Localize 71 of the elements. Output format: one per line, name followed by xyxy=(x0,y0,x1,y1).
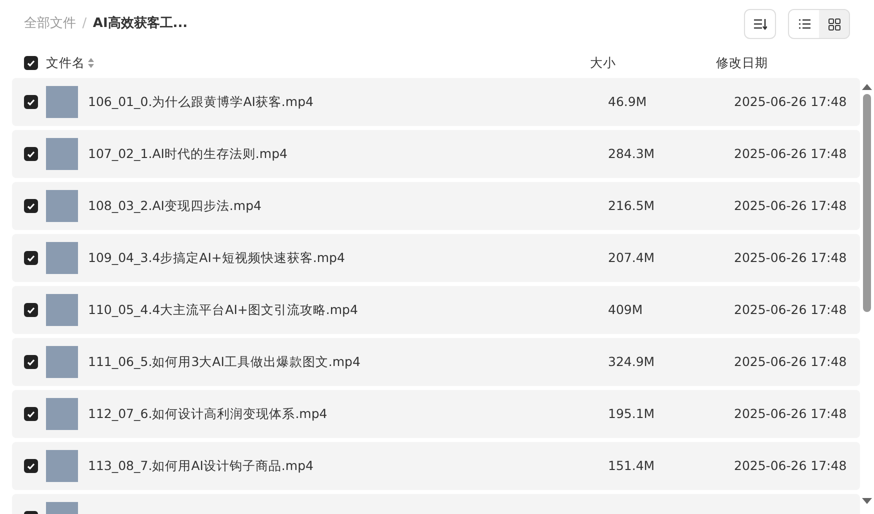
photo-placeholder xyxy=(46,86,78,118)
file-name: 112_07_6.如何设计高利润变现体系.mp4 xyxy=(88,404,328,423)
file-row[interactable]: 109_04_3.4步搞定AI+短视频快速获客.mp4 207.4M 2025-06-26 17:48 xyxy=(12,234,860,282)
file-name: 106_01_0.为什么跟黄博学AI获客.mp4 xyxy=(88,92,314,111)
column-header[interactable]: 文件名 xyxy=(46,54,85,72)
file-size: 284.3M xyxy=(608,144,656,163)
scroll-up-icon[interactable] xyxy=(862,84,872,90)
file-name: 108_03_2.AI变现四步法.mp4 xyxy=(88,196,262,215)
photo-placeholder xyxy=(46,138,78,170)
file-row[interactable]: 107_02_1.AI时代的生存法则.mp4 284.3M 2025-06-26 17:48 xyxy=(12,130,860,178)
photo-placeholder xyxy=(46,242,78,274)
checkbox[interactable] xyxy=(24,199,38,213)
checkmark-icon xyxy=(27,150,35,158)
sort-icon xyxy=(752,18,766,30)
modified-date: 2025-06-26 17:48 xyxy=(734,196,847,215)
checkbox[interactable] xyxy=(24,95,38,109)
checkmark-icon xyxy=(27,462,35,470)
file-size: 195.1M xyxy=(608,404,656,423)
checkmark-icon xyxy=(27,410,35,418)
list-view-button[interactable] xyxy=(789,10,819,38)
modified-date: 2025-06-26 17:48 xyxy=(734,144,847,163)
file-name: 113_08_7.如何用AI设计钩子商品.mp4 xyxy=(88,456,314,475)
modified-date: 2025-06-26 17:48 xyxy=(734,248,847,267)
checkbox[interactable] xyxy=(24,459,38,473)
photo-placeholder xyxy=(46,398,78,430)
modified-date: 2025-06-26 17:48 xyxy=(734,404,847,423)
checkmark-icon xyxy=(27,60,35,66)
checkmark-icon xyxy=(27,306,35,314)
file-row[interactable]: 110_05_4.4大主流平台AI+图文引流攻略.mp4 409M 2025-06-26 17:48 xyxy=(12,286,860,334)
file-name: 110_05_4.4大主流平台AI+图文引流攻略.mp4 xyxy=(88,300,359,319)
list-view-icon xyxy=(798,18,810,30)
checkbox[interactable] xyxy=(24,147,38,161)
file-size: 324.9M xyxy=(608,352,656,371)
checkbox[interactable] xyxy=(24,303,38,317)
column-header: 修改日期 xyxy=(716,54,768,72)
checkbox[interactable] xyxy=(24,355,38,369)
checkbox[interactable] xyxy=(24,407,38,421)
file-size: 207.4M xyxy=(608,248,656,267)
file-size: 409M xyxy=(608,300,644,319)
file-row[interactable]: 113_08_7.如何用AI设计钩子商品.mp4 151.4M 2025-06-26 17:48 xyxy=(12,442,860,490)
sort-arrows-icon[interactable] xyxy=(88,58,94,68)
checkbox[interactable] xyxy=(24,251,38,265)
checkbox[interactable] xyxy=(24,56,38,70)
photo-placeholder xyxy=(46,346,78,378)
file-row[interactable]: 111_06_5.如何用3大AI工具做出爆款图文.mp4 324.9M 2025-06-26 17:48 xyxy=(12,338,860,386)
file-name: 109_04_3.4步搞定AI+短视频快速获客.mp4 xyxy=(88,248,346,267)
file-size: 151.4M xyxy=(608,456,656,475)
column-header: 大小 xyxy=(590,54,618,72)
file-size: 216.5M xyxy=(608,196,656,215)
checkmark-icon xyxy=(27,358,35,366)
grid-view-icon xyxy=(828,18,840,30)
photo-placeholder xyxy=(46,450,78,482)
file-name: 107_02_1.AI时代的生存法则.mp4 xyxy=(88,144,288,163)
checkmark-icon xyxy=(27,202,35,210)
modified-date: 2025-06-26 17:48 xyxy=(734,352,847,371)
checkmark-icon xyxy=(27,254,35,262)
photo-placeholder xyxy=(46,190,78,222)
breadcrumb-current: AI高效获客工... xyxy=(92,14,188,34)
file-size: 46.9M xyxy=(608,92,648,111)
file-row[interactable]: 106_01_0.为什么跟黄博学AI获客.mp4 46.9M 2025-06-26 17:48 xyxy=(12,78,860,126)
modified-date: 2025-06-26 17:48 xyxy=(734,300,847,319)
file-name: 111_06_5.如何用3大AI工具做出爆款图文.mp4 xyxy=(88,352,362,371)
sort-button[interactable] xyxy=(744,9,776,39)
file-row[interactable]: 112_07_6.如何设计高利润变现体系.mp4 195.1M 2025-06-26 17:48 xyxy=(12,390,860,438)
breadcrumb-separator: / xyxy=(82,15,87,34)
photo-placeholder xyxy=(46,294,78,326)
modified-date: 2025-06-26 17:48 xyxy=(734,92,847,111)
modified-date: 2025-06-26 17:48 xyxy=(734,456,847,475)
checkmark-icon xyxy=(27,98,35,106)
file-row[interactable]: 108_03_2.AI变现四步法.mp4 216.5M 2025-06-26 17:48 xyxy=(12,182,860,230)
scroll-down-icon[interactable] xyxy=(862,498,872,504)
